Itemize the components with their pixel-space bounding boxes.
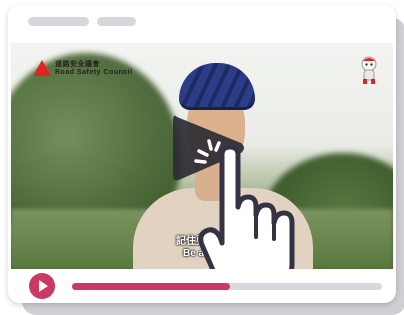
play-icon	[39, 280, 48, 292]
player-controls	[8, 269, 396, 303]
play-button[interactable]	[29, 273, 55, 299]
road-safety-logo-icon	[33, 60, 51, 76]
progress-bar[interactable]	[72, 283, 382, 290]
title-placeholder-1	[28, 17, 89, 26]
hand-pointer-icon	[198, 145, 295, 269]
progress-fill	[72, 283, 231, 290]
logo-text-line2: Road Safety Council	[55, 69, 133, 76]
video-player-window: 道路安全議會 Road Safety Council 記住要戴 Be alert	[8, 5, 396, 303]
logo-text-line1: 道路安全議會	[55, 61, 100, 68]
mascot-icon	[361, 56, 377, 84]
title-placeholder-2	[97, 17, 136, 26]
video-frame[interactable]: 道路安全議會 Road Safety Council 記住要戴 Be alert	[11, 43, 393, 269]
road-safety-logo-text: 道路安全議會 Road Safety Council	[55, 61, 133, 77]
